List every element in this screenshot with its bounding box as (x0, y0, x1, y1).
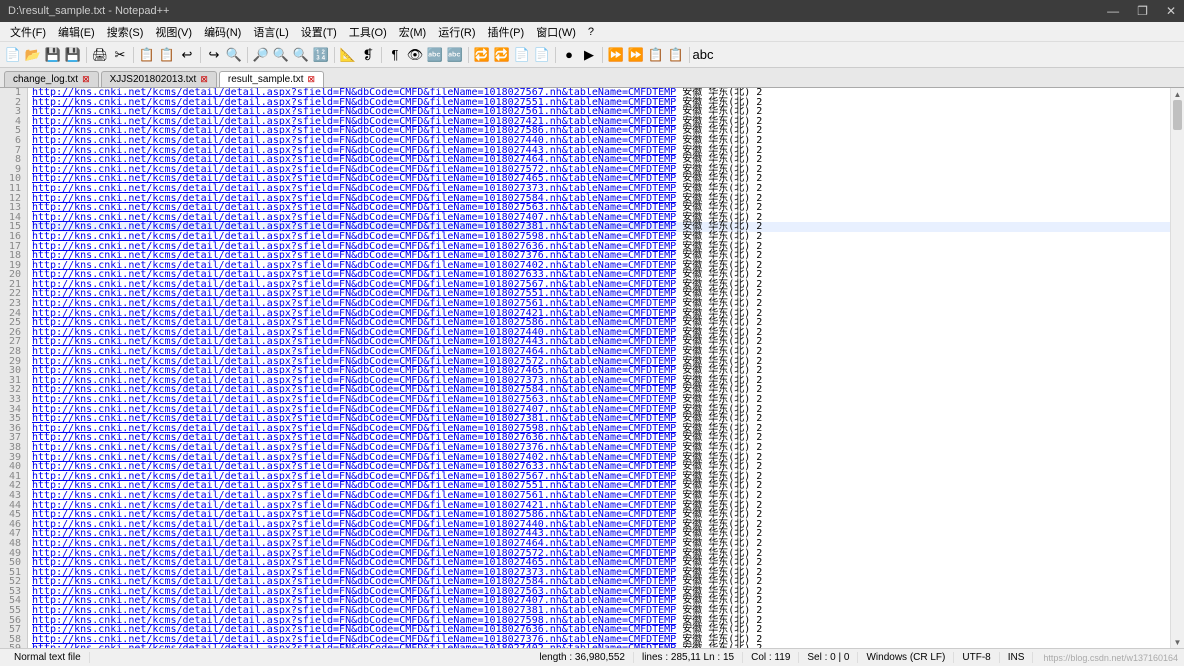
toolbar-button[interactable]: 🔎 (252, 46, 270, 64)
scroll-thumb[interactable] (1173, 100, 1182, 130)
status-sel: Sel : 0 | 0 (799, 652, 858, 663)
toolbar-button[interactable]: 💾 (44, 46, 62, 64)
maximize-button[interactable]: ❐ (1137, 4, 1148, 18)
toolbar-button[interactable]: 📄 (513, 46, 531, 64)
status-ins: INS (1000, 652, 1034, 663)
toolbar-button[interactable]: ▶ (580, 46, 598, 64)
toolbar-button[interactable]: 📐 (339, 46, 357, 64)
minimize-button[interactable]: — (1107, 4, 1119, 18)
menu-item[interactable]: 设置(T) (295, 22, 343, 42)
toolbar-button[interactable]: abc (694, 46, 712, 64)
status-encoding: UTF-8 (954, 652, 999, 663)
toolbar-button[interactable]: 🔍 (292, 46, 310, 64)
tab-close-icon[interactable]: ⊠ (307, 74, 315, 85)
close-button[interactable]: ✕ (1166, 4, 1176, 18)
menu-item[interactable]: ? (582, 24, 600, 40)
scroll-down-arrow[interactable]: ▼ (1171, 636, 1184, 648)
toolbar-button[interactable]: ⏩ (627, 46, 645, 64)
toolbar-button[interactable]: 🔢 (312, 46, 330, 64)
text-line[interactable]: http://kns.cnki.net/kcms/detail/detail.a… (32, 644, 1170, 648)
toolbar-button[interactable]: 📋 (138, 46, 156, 64)
toolbar-button[interactable]: ✂ (111, 46, 129, 64)
url-link[interactable]: http://kns.cnki.net/kcms/detail/detail.a… (32, 643, 676, 648)
menu-item[interactable]: 工具(O) (343, 22, 393, 42)
status-length: length : 36,980,552 (531, 652, 634, 663)
toolbar-button[interactable]: ↩ (178, 46, 196, 64)
file-tab[interactable]: change_log.txt ⊠ (4, 71, 99, 87)
toolbar-button[interactable]: ⏩ (607, 46, 625, 64)
toolbar: 📄📂💾💾🖨✂📋📋↩↪🔍🔎🔍🔍🔢📐❡¶👁🔤🔤🔁🔁📄📄●▶⏩⏩📋📋abc (0, 42, 1184, 68)
menu-item[interactable]: 插件(P) (482, 22, 531, 42)
titlebar: D:\result_sample.txt - Notepad++ — ❐ ✕ (0, 0, 1184, 22)
watermark: https://blog.csdn.net/w137160164 (1033, 653, 1178, 663)
tab-close-icon[interactable]: ⊠ (82, 74, 90, 85)
toolbar-button[interactable]: 📋 (667, 46, 685, 64)
status-col: Col : 119 (743, 652, 799, 663)
menu-item[interactable]: 语言(L) (247, 22, 294, 42)
menubar: 文件(F)编辑(E)搜索(S)视图(V)编码(N)语言(L)设置(T)工具(O)… (0, 22, 1184, 42)
editor-area: 1234567891011121314151617181920212223242… (0, 88, 1184, 648)
toolbar-button[interactable]: 🔍 (272, 46, 290, 64)
toolbar-button[interactable]: ● (560, 46, 578, 64)
toolbar-button[interactable]: 📄 (533, 46, 551, 64)
menu-item[interactable]: 窗口(W) (530, 22, 582, 42)
toolbar-button[interactable]: 💾 (64, 46, 82, 64)
status-eol: Windows (CR LF) (858, 652, 954, 663)
menu-item[interactable]: 宏(M) (393, 22, 433, 42)
statusbar: Normal text file length : 36,980,552 lin… (0, 648, 1184, 666)
status-lines: lines : 285,11 Ln : 15 (634, 652, 743, 663)
toolbar-button[interactable]: 🔍 (225, 46, 243, 64)
toolbar-button[interactable]: 🔁 (473, 46, 491, 64)
line-text: 安徽 华东(北) 2 (676, 643, 762, 648)
text-content[interactable]: http://kns.cnki.net/kcms/detail/detail.a… (28, 88, 1170, 648)
toolbar-button[interactable]: 🔤 (446, 46, 464, 64)
toolbar-button[interactable]: 📋 (647, 46, 665, 64)
window-title: D:\result_sample.txt - Notepad++ (8, 5, 1107, 17)
toolbar-button[interactable]: 📄 (4, 46, 22, 64)
vertical-scrollbar[interactable]: ▲ ▼ (1170, 88, 1184, 648)
toolbar-button[interactable]: 🔤 (426, 46, 444, 64)
line-number-gutter: 1234567891011121314151617181920212223242… (0, 88, 28, 648)
status-filetype: Normal text file (6, 652, 90, 663)
line-number: 59 (0, 644, 21, 648)
scroll-up-arrow[interactable]: ▲ (1171, 88, 1184, 100)
menu-item[interactable]: 搜索(S) (101, 22, 150, 42)
tabbar: change_log.txt⊠XJJS201802013.txt⊠result_… (0, 68, 1184, 88)
window-controls: — ❐ ✕ (1107, 4, 1176, 18)
toolbar-button[interactable]: 🔁 (493, 46, 511, 64)
toolbar-button[interactable]: ❡ (359, 46, 377, 64)
toolbar-button[interactable]: 📂 (24, 46, 42, 64)
tab-label: change_log.txt (13, 74, 78, 85)
file-tab[interactable]: XJJS201802013.txt⊠ (101, 71, 217, 87)
menu-item[interactable]: 编码(N) (198, 22, 247, 42)
toolbar-button[interactable]: ↪ (205, 46, 223, 64)
toolbar-button[interactable]: 🖨 (91, 46, 109, 64)
tab-label: result_sample.txt (228, 74, 304, 85)
menu-item[interactable]: 文件(F) (4, 22, 52, 42)
menu-item[interactable]: 视图(V) (149, 22, 198, 42)
file-tab[interactable]: result_sample.txt⊠ (219, 71, 324, 87)
toolbar-button[interactable]: ¶ (386, 46, 404, 64)
toolbar-button[interactable]: 👁 (406, 46, 424, 64)
toolbar-button[interactable]: 📋 (158, 46, 176, 64)
menu-item[interactable]: 运行(R) (432, 22, 481, 42)
tab-close-icon[interactable]: ⊠ (200, 74, 208, 85)
menu-item[interactable]: 编辑(E) (52, 22, 101, 42)
tab-label: XJJS201802013.txt (110, 74, 197, 85)
